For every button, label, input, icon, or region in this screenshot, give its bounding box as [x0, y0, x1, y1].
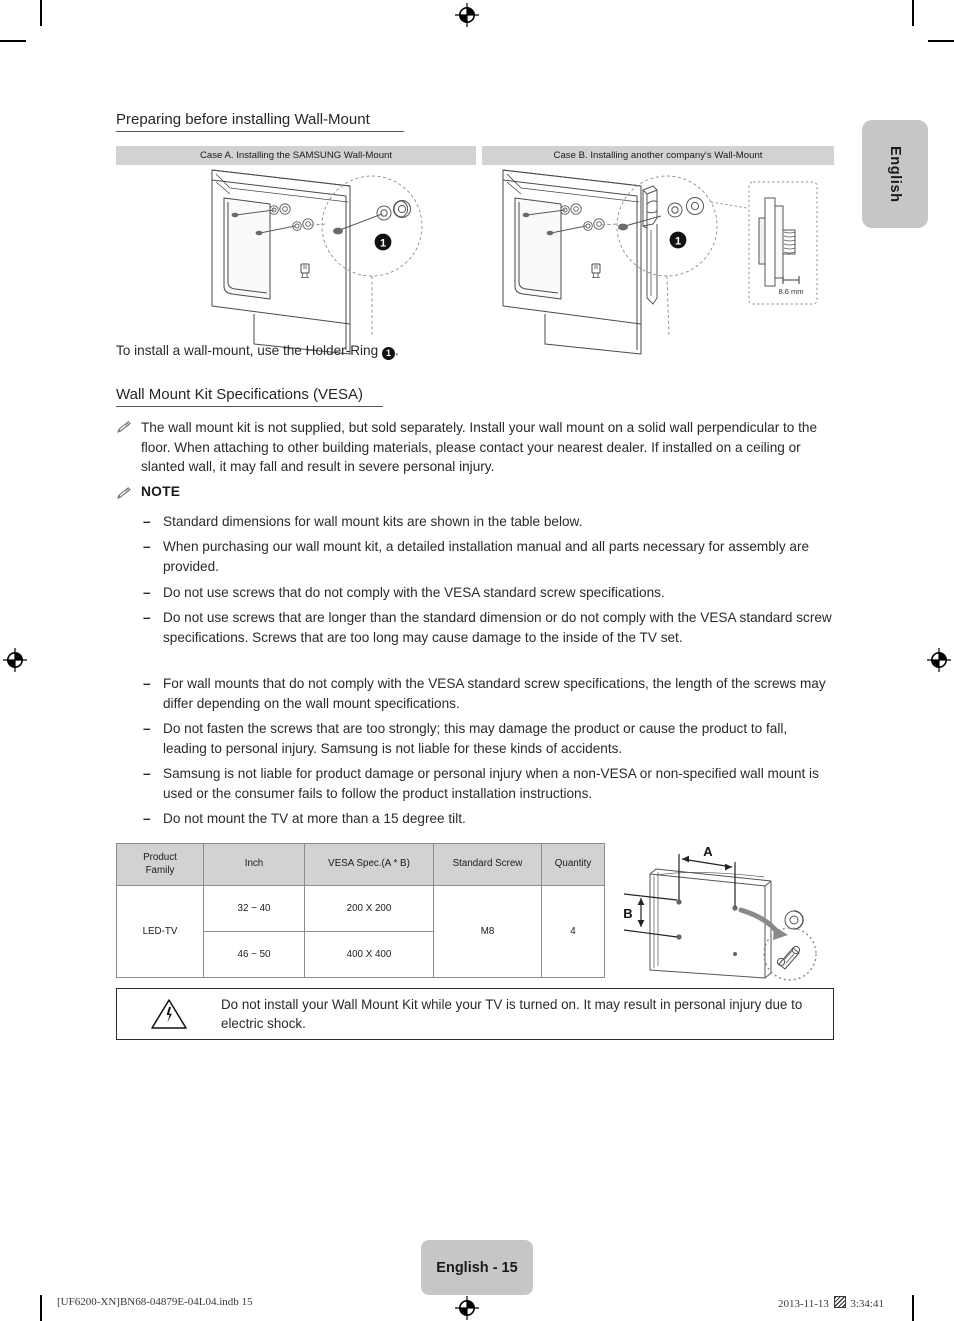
- note-bullet-text: Standard dimensions for wall mount kits …: [163, 514, 583, 529]
- cell-vesa: 400 X 400: [304, 931, 434, 978]
- note-bullet-text: Do not mount the TV at more than a 15 de…: [163, 811, 466, 826]
- crop-mark-tr-h: [928, 40, 954, 42]
- bullet-dash: –: [143, 539, 151, 554]
- caution-text: Do not install your Wall Mount Kit while…: [221, 996, 803, 1031]
- holder-ring-callout-number: 1: [381, 347, 395, 360]
- crop-mark-br-v: [912, 1295, 914, 1321]
- table-header-row: Product Family Inch VESA Spec.(A * B) St…: [116, 843, 605, 886]
- cell-inch: 46 ~ 50: [203, 931, 305, 978]
- registration-mark-top: [455, 3, 479, 27]
- note-label: NOTE: [141, 484, 181, 499]
- screw-depth-label: 8.6 mm: [778, 287, 803, 296]
- bullet-dash: –: [143, 676, 151, 691]
- manual-page: English Preparing before installing Wall…: [0, 0, 954, 1321]
- section-heading-preparing: Preparing before installing Wall-Mount: [116, 111, 404, 132]
- col-header-product-family: Product Family: [116, 843, 204, 886]
- col-header-inch: Inch: [203, 843, 305, 886]
- note-bullet-text: Samsung is not liable for product damage…: [163, 766, 819, 801]
- case-a-callout-number: 1: [380, 237, 386, 249]
- registration-mark-right: [927, 648, 951, 672]
- note-bullet-8: – Do not mount the TV at more than a 15 …: [143, 809, 833, 829]
- crop-mark-tr-v: [912, 0, 914, 26]
- note-bullet-text: Do not use screws that do not comply wit…: [163, 585, 665, 600]
- dimension-label-b: B: [623, 906, 632, 921]
- registration-mark-bottom: [455, 1296, 479, 1320]
- language-tab: English: [862, 120, 928, 228]
- holder-ring-instruction-text: To install a wall-mount, use the Holder-…: [116, 343, 382, 358]
- cell-quantity: 4: [541, 885, 605, 978]
- crop-mark-tl-v: [40, 0, 42, 26]
- col-header-product-family-line2: Family: [145, 864, 175, 876]
- cell-product-family: LED-TV: [116, 885, 204, 978]
- caution-box: Do not install your Wall Mount Kit while…: [116, 988, 834, 1040]
- dimension-label-a: A: [703, 844, 713, 859]
- vesa-intro-text: The wall mount kit is not supplied, but …: [141, 420, 818, 475]
- bullet-dash: –: [143, 721, 151, 736]
- holder-ring-instruction: To install a wall-mount, use the Holder-…: [116, 341, 399, 361]
- vesa-spec-table: Product Family Inch VESA Spec.(A * B) St…: [116, 843, 605, 978]
- note-heading: NOTE: [117, 484, 417, 504]
- note-bullet-5: – For wall mounts that do not comply wit…: [143, 674, 833, 713]
- registration-mark-left: [3, 648, 27, 672]
- note-bullet-4: – Do not use screws that are longer than…: [143, 608, 833, 647]
- case-banner: Case A. Installing the SAMSUNG Wall-Moun…: [116, 146, 834, 165]
- pencil-note-icon: [117, 418, 133, 477]
- case-b-callout-number: 1: [675, 235, 681, 247]
- cell-vesa: 200 X 200: [304, 885, 434, 932]
- holder-ring-instruction-period: .: [394, 343, 399, 358]
- figure-case-a: 1: [150, 168, 440, 355]
- note-bullet-text: When purchasing our wall mount kit, a de…: [163, 539, 810, 574]
- page-number-label: English - 15: [436, 1259, 518, 1276]
- col-header-vesa-spec: VESA Spec.(A * B): [304, 843, 434, 886]
- bullet-dash: –: [143, 610, 151, 625]
- footer-date: 2013-11-13: [777, 1298, 829, 1310]
- cell-inch: 32 ~ 40: [203, 885, 305, 932]
- cell-standard-screw: M8: [433, 885, 542, 978]
- missing-glyph-icon: [833, 1296, 846, 1308]
- footer-file-name: [UF6200-XN]BN68-04879E-04L04.indb 15: [57, 1296, 253, 1308]
- warning-electric-shock-icon: [117, 997, 221, 1031]
- note-bullet-2: – When purchasing our wall mount kit, a …: [143, 537, 833, 576]
- bullet-dash: –: [143, 585, 151, 600]
- note-bullet-7: – Samsung is not liable for product dama…: [143, 764, 833, 803]
- col-header-product-family-line1: Product: [143, 852, 177, 863]
- figure-case-b: 1 8.6 mm: [497, 168, 827, 355]
- crop-mark-bl-v: [40, 1295, 42, 1321]
- col-header-standard-screw: Standard Screw: [433, 843, 542, 886]
- footer-time: 3:34:41: [850, 1298, 884, 1310]
- note-bullet-text: Do not use screws that are longer than t…: [163, 610, 832, 645]
- bullet-dash: –: [143, 811, 151, 826]
- case-b-label: Case B. Installing another company's Wal…: [482, 146, 834, 165]
- note-bullet-text: Do not fasten the screws that are too st…: [163, 721, 788, 756]
- pencil-note-icon: [117, 484, 133, 504]
- figure-vesa-dimensions: A B: [608, 842, 834, 984]
- case-a-label: Case A. Installing the SAMSUNG Wall-Moun…: [116, 146, 476, 165]
- vesa-intro-note: The wall mount kit is not supplied, but …: [117, 418, 833, 477]
- note-bullet-1: – Standard dimensions for wall mount kit…: [143, 512, 833, 532]
- bullet-dash: –: [143, 514, 151, 529]
- col-header-quantity: Quantity: [541, 843, 605, 886]
- bullet-dash: –: [143, 766, 151, 781]
- footer-timestamp: 2013-11-13 3:34:41: [778, 1296, 884, 1310]
- section-heading-vesa: Wall Mount Kit Specifications (VESA): [116, 386, 383, 407]
- note-bullet-6: – Do not fasten the screws that are too …: [143, 719, 833, 758]
- note-bullet-text: For wall mounts that do not comply with …: [163, 676, 826, 711]
- crop-mark-tl-h: [0, 40, 26, 42]
- language-tab-label: English: [887, 145, 903, 203]
- note-bullet-3: – Do not use screws that do not comply w…: [143, 583, 833, 603]
- table-row: LED-TV 32 ~ 40 200 X 200 M8 4: [116, 885, 605, 978]
- page-number-badge: English - 15: [421, 1240, 533, 1295]
